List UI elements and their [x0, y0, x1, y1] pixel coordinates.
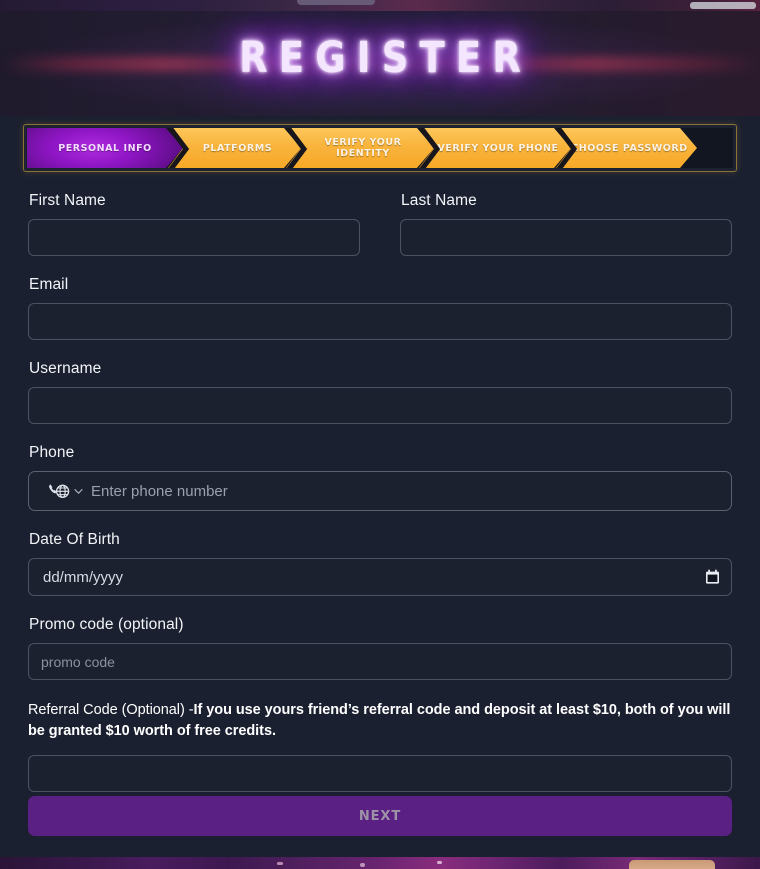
dob-input-wrapper: dd/mm/yyyy	[28, 558, 732, 596]
calendar-icon[interactable]	[705, 569, 720, 585]
phone-group: Phone	[28, 444, 732, 511]
name-row: First Name Last Name	[28, 192, 732, 256]
bottom-cutoff-card	[629, 860, 715, 869]
country-selector-button[interactable]	[39, 472, 87, 510]
referral-group: Referral Code (Optional) -If you use you…	[28, 700, 732, 792]
last-name-group: Last Name	[400, 192, 732, 256]
step-chevron-track: PERSONAL INFO PLATFORMS VERIFY YOUR IDEN…	[27, 128, 733, 168]
next-button[interactable]: NEXT	[28, 796, 732, 836]
top-cutoff-strip	[0, 0, 760, 11]
page-header: REGISTER	[0, 11, 760, 116]
username-input[interactable]	[28, 387, 732, 424]
dob-placeholder-text: dd/mm/yyyy	[43, 568, 124, 586]
step-label: VERIFY YOUR IDENTITY	[324, 137, 402, 159]
step-verify-your-identity[interactable]: VERIFY YOUR IDENTITY	[286, 128, 434, 168]
bottom-cutoff-dot	[360, 863, 365, 867]
referral-label-regular: Referral Code (Optional) -	[28, 702, 194, 718]
bottom-cutoff-dot	[437, 861, 442, 864]
bottom-cutoff-dot	[277, 862, 283, 865]
chevron-down-icon	[74, 488, 83, 495]
first-name-input[interactable]	[28, 219, 360, 256]
dob-group: Date Of Birth dd/mm/yyyy	[28, 531, 732, 596]
registration-progress-bar: PERSONAL INFO PLATFORMS VERIFY YOUR IDEN…	[23, 124, 737, 172]
bottom-cutoff-strip	[0, 857, 760, 869]
step-label: PERSONAL INFO	[58, 142, 152, 154]
referral-note: Referral Code (Optional) -If you use you…	[28, 700, 732, 742]
step-platforms[interactable]: PLATFORMS	[168, 128, 301, 168]
last-name-label: Last Name	[401, 192, 477, 209]
phone-number-input[interactable]	[87, 472, 721, 510]
email-input[interactable]	[28, 303, 732, 340]
email-group: Email	[28, 276, 732, 340]
phone-globe-icon	[47, 483, 71, 500]
first-name-label: First Name	[29, 192, 106, 209]
email-label: Email	[29, 276, 69, 293]
dob-input[interactable]: dd/mm/yyyy	[28, 558, 732, 596]
step-personal-info[interactable]: PERSONAL INFO	[27, 128, 183, 168]
step-label: PLATFORMS	[202, 142, 273, 154]
username-label: Username	[29, 360, 102, 377]
top-cutoff-pill	[690, 2, 756, 9]
step-verify-your-phone[interactable]: VERIFY YOUR PHONE	[419, 128, 571, 168]
promo-code-input[interactable]	[28, 643, 732, 680]
page-title: REGISTER	[239, 33, 533, 83]
phone-label: Phone	[29, 444, 75, 461]
username-group: Username	[28, 360, 732, 424]
last-name-input[interactable]	[400, 219, 732, 256]
promo-label: Promo code (optional)	[29, 616, 184, 633]
referral-code-input[interactable]	[28, 755, 732, 792]
step-choose-password[interactable]: CHOOSE PASSWORD	[556, 128, 697, 168]
step-label: VERIFY YOUR PHONE	[437, 142, 559, 154]
registration-form: First Name Last Name Email Username Phon…	[0, 192, 760, 836]
step-label: CHOOSE PASSWORD	[571, 142, 688, 154]
dob-label: Date Of Birth	[29, 531, 120, 548]
phone-input-wrapper	[28, 471, 732, 511]
first-name-group: First Name	[28, 192, 360, 256]
promo-group: Promo code (optional)	[28, 616, 732, 680]
